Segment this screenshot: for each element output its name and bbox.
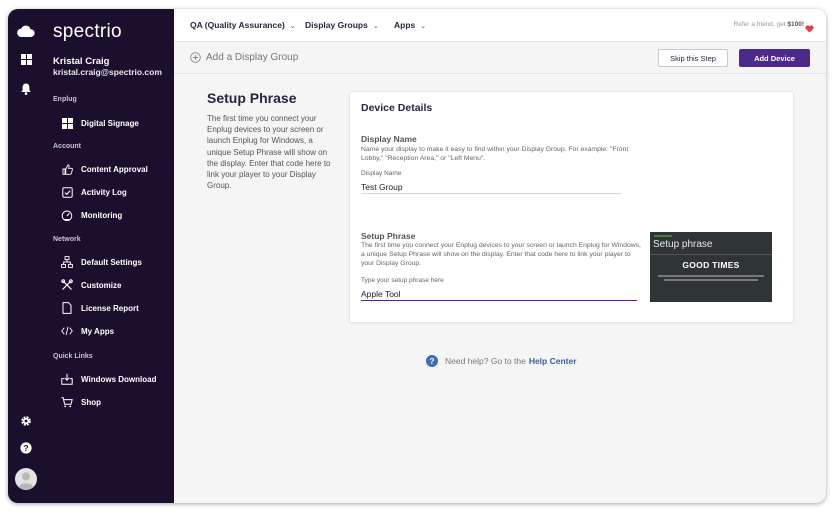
referral-text: Refer a friend, get bbox=[733, 21, 788, 28]
card-title: Device Details bbox=[361, 102, 433, 114]
menu-display-groups[interactable]: Display Groups ⌄ bbox=[305, 20, 379, 30]
sidebar-item-label: Windows Download bbox=[81, 374, 157, 384]
display-name-label: Display Name bbox=[361, 170, 402, 177]
sidebar-item-label: License Report bbox=[81, 303, 139, 313]
setup-phrase-label: Type your setup phrase here bbox=[361, 277, 444, 284]
network-icon bbox=[61, 256, 73, 268]
sidebar-item-label: Activity Log bbox=[81, 187, 127, 197]
add-display-group-button[interactable]: Add a Display Group bbox=[190, 52, 298, 63]
preview-fine-print bbox=[664, 279, 758, 281]
menu-apps[interactable]: Apps ⌄ bbox=[394, 20, 426, 30]
setup-phrase-preview-image: Setup phrase GOOD TIMES bbox=[650, 232, 772, 302]
add-device-button[interactable]: Add Device bbox=[739, 49, 810, 67]
help-text: Need help? Go to the bbox=[445, 356, 526, 366]
user-email: kristal.craig@spectrio.com bbox=[53, 67, 162, 77]
section-label-quick-links: Quick Links bbox=[53, 353, 93, 360]
sidebar-item-label: Default Settings bbox=[81, 257, 142, 267]
apps-grid-icon[interactable] bbox=[8, 54, 44, 65]
display-name-field[interactable] bbox=[361, 181, 621, 194]
chevron-down-icon: ⌄ bbox=[289, 23, 296, 30]
document-icon bbox=[61, 302, 73, 314]
section-label-account: Account bbox=[53, 143, 81, 150]
section-label-network: Network bbox=[53, 236, 81, 243]
sidebar-item-activity-log[interactable]: Activity Log bbox=[61, 184, 127, 200]
device-details-card: Device Details Display Name Name your di… bbox=[349, 91, 794, 323]
menu-label: Display Groups bbox=[305, 20, 368, 30]
menu-label: QA (Quality Assurance) bbox=[190, 20, 285, 30]
sidebar-item-label: Digital Signage bbox=[81, 118, 139, 128]
gauge-icon bbox=[61, 209, 73, 221]
help-line: ? Need help? Go to the Help Center bbox=[426, 355, 577, 367]
add-display-group-label: Add a Display Group bbox=[206, 52, 299, 63]
help-center-link[interactable]: Help Center bbox=[529, 356, 577, 366]
checkbox-icon bbox=[61, 186, 73, 198]
sidebar-item-my-apps[interactable]: My Apps bbox=[61, 323, 114, 339]
menu-organization[interactable]: QA (Quality Assurance) ⌄ bbox=[190, 20, 296, 30]
display-name-description: Name your display to make it easy to fin… bbox=[361, 146, 629, 162]
sidebar-item-customize[interactable]: Customize bbox=[61, 277, 121, 293]
menu-label: Apps bbox=[394, 20, 416, 30]
preview-title: Setup phrase bbox=[653, 239, 713, 250]
setup-phrase-description: The first time you connect your Enplug d… bbox=[361, 242, 641, 267]
preview-fine-print bbox=[658, 275, 764, 277]
skip-step-button[interactable]: Skip this Step bbox=[658, 49, 728, 67]
sidebar-item-monitoring[interactable]: Monitoring bbox=[61, 207, 122, 223]
sidebar: spectrio Kristal Craig kristal.craig@spe… bbox=[44, 9, 174, 503]
sidebar-item-default-settings[interactable]: Default Settings bbox=[61, 254, 142, 270]
help-icon[interactable]: ? bbox=[8, 442, 44, 454]
setup-phrase-field[interactable] bbox=[361, 288, 637, 301]
user-name: Kristal Craig bbox=[53, 56, 110, 67]
sidebar-item-label: Shop bbox=[81, 397, 101, 407]
setup-phrase-help-text: The first time you connect your Enplug d… bbox=[207, 114, 331, 191]
bell-icon[interactable] bbox=[8, 83, 44, 95]
referral-amount: $100! bbox=[787, 21, 804, 28]
preview-divider bbox=[650, 254, 772, 255]
sidebar-item-label: Monitoring bbox=[81, 210, 123, 220]
brand-logo[interactable]: spectrio bbox=[53, 21, 122, 43]
referral-link[interactable]: Refer a friend, get $100! bbox=[734, 21, 804, 28]
download-icon bbox=[61, 373, 73, 385]
app-window: ? spectrio Kristal Craig kristal.craig@s… bbox=[8, 9, 826, 503]
cloud-icon[interactable] bbox=[8, 25, 44, 37]
sidebar-item-content-approval[interactable]: Content Approval bbox=[61, 161, 148, 177]
chevron-down-icon: ⌄ bbox=[372, 23, 379, 30]
display-name-title: Display Name bbox=[361, 134, 417, 144]
tools-icon bbox=[61, 279, 73, 291]
help-circle-icon: ? bbox=[426, 355, 438, 367]
chevron-down-icon: ⌄ bbox=[420, 23, 427, 30]
gear-icon[interactable] bbox=[8, 415, 44, 427]
sidebar-item-label: Customize bbox=[81, 280, 122, 290]
section-label-enplug: Enplug bbox=[53, 96, 77, 103]
cart-icon bbox=[61, 396, 73, 408]
grid-icon bbox=[61, 117, 73, 129]
page-title: Setup Phrase bbox=[207, 90, 297, 106]
code-icon bbox=[61, 325, 73, 337]
sidebar-item-shop[interactable]: Shop bbox=[61, 394, 101, 410]
icon-rail: ? bbox=[8, 9, 44, 503]
sidebar-item-label: Content Approval bbox=[81, 164, 148, 174]
preview-code: GOOD TIMES bbox=[682, 260, 740, 270]
heart-icon bbox=[805, 20, 814, 38]
setup-phrase-title: Setup Phrase bbox=[361, 231, 416, 241]
plus-circle-icon bbox=[190, 52, 201, 63]
svg-text:?: ? bbox=[23, 443, 28, 453]
thumbs-up-icon bbox=[61, 163, 73, 175]
sidebar-item-windows-download[interactable]: Windows Download bbox=[61, 371, 156, 387]
action-bar: Add a Display Group Skip this Step Add D… bbox=[174, 43, 826, 74]
sidebar-item-license-report[interactable]: License Report bbox=[61, 300, 139, 316]
preview-accent-bar bbox=[654, 235, 672, 237]
avatar-icon[interactable] bbox=[8, 468, 44, 490]
top-bar: QA (Quality Assurance) ⌄ Display Groups ⌄ … bbox=[174, 9, 826, 42]
sidebar-item-digital-signage[interactable]: Digital Signage bbox=[61, 115, 139, 131]
sidebar-item-label: My Apps bbox=[81, 326, 115, 336]
